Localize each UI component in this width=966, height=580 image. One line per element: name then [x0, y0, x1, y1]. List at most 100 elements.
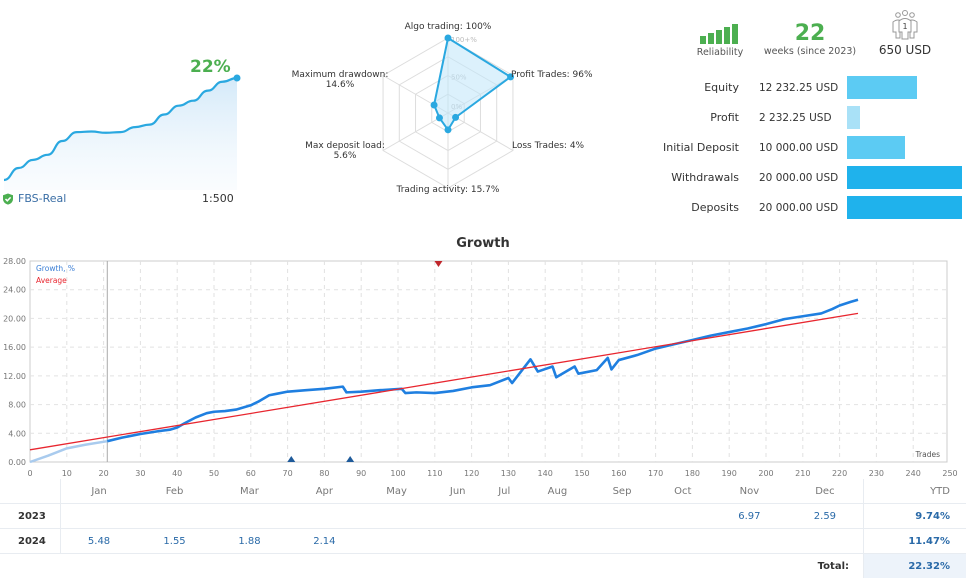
mini-growth-endpoint: [233, 74, 241, 82]
month-value[interactable]: [653, 503, 712, 529]
equity-label: Equity: [704, 81, 739, 94]
month-header: Nov: [711, 479, 787, 504]
month-value[interactable]: 1.55: [137, 528, 212, 554]
month-value[interactable]: 5.48: [60, 528, 138, 554]
ytd-value: 11.47%: [863, 528, 966, 554]
equity-bar: [847, 76, 918, 99]
x-tick-label: 230: [869, 469, 884, 478]
month-value[interactable]: [60, 503, 138, 529]
x-tick-label: 100: [390, 469, 405, 478]
month-value[interactable]: [524, 528, 591, 554]
radar-label-algo: Algo trading: 100%: [404, 22, 492, 32]
month-value[interactable]: [590, 528, 654, 554]
radar-label-text: Max deposit load:: [305, 141, 385, 151]
month-value[interactable]: 6.97: [711, 503, 787, 529]
x-tick-label: 190: [722, 469, 737, 478]
month-value[interactable]: [431, 503, 484, 529]
month-header: Feb: [137, 479, 212, 504]
y-tick-label: 28.00: [3, 257, 26, 266]
x-tick-label: 220: [832, 469, 847, 478]
subscription-block[interactable]: 1 650 USD: [870, 10, 940, 57]
broker-link[interactable]: FBS-Real: [2, 192, 66, 205]
profit-value: 2 232.25 USD: [759, 112, 832, 124]
x-tick-label: 90: [356, 469, 366, 478]
month-header: Jan: [60, 479, 138, 504]
x-axis-label: Trades: [915, 450, 941, 459]
weeks-block: 22 weeks (since 2023): [760, 22, 860, 58]
x-tick-label: 40: [172, 469, 182, 478]
table-row: 2023 6.97 2.59 9.74%: [0, 503, 966, 529]
month-value[interactable]: [212, 503, 287, 529]
x-tick-label: 80: [319, 469, 329, 478]
y-tick-label: 16.00: [3, 343, 26, 352]
month-value[interactable]: 1.88: [212, 528, 287, 554]
month-value[interactable]: [361, 528, 432, 554]
y-tick-label: 4.00: [8, 429, 26, 438]
radar-point: [430, 101, 438, 109]
y-tick-label: 24.00: [3, 286, 26, 295]
total-row: Total: 22.32%: [0, 553, 966, 579]
month-header: Jul: [483, 479, 525, 504]
radar-chart: 100+%50%0% Algo trading: 100% Profit Tra…: [280, 10, 600, 200]
radar-point: [435, 114, 443, 122]
month-value[interactable]: 2.14: [286, 528, 362, 554]
x-tick-label: 160: [611, 469, 626, 478]
month-value[interactable]: [361, 503, 432, 529]
x-tick-label: 250: [942, 469, 957, 478]
radar-label-max-drawdown: Maximum drawdown: 14.6%: [285, 70, 395, 90]
month-value[interactable]: [483, 528, 525, 554]
radar-label-value: 14.6%: [325, 80, 355, 90]
month-value[interactable]: [483, 503, 525, 529]
monthly-returns-table: Jan Feb Mar Apr May Jun Jul Aug Sep Oct …: [0, 479, 966, 578]
month-value[interactable]: [524, 503, 591, 529]
radar-point: [444, 34, 452, 42]
month-header: May: [361, 479, 432, 504]
table-header-row: Jan Feb Mar Apr May Jun Jul Aug Sep Oct …: [0, 479, 966, 504]
year-header: [0, 479, 61, 504]
year-cell: 2024: [0, 528, 61, 554]
withdrawals-label: Withdrawals: [671, 171, 739, 184]
y-tick-label: 12.00: [3, 372, 26, 381]
month-value[interactable]: [786, 528, 864, 554]
x-tick-label: 240: [906, 469, 921, 478]
radar-label-value: 5.6%: [333, 151, 357, 161]
month-header: Aug: [524, 479, 591, 504]
deposits-label: Deposits: [691, 201, 739, 214]
y-tick-label: 20.00: [3, 314, 26, 323]
x-tick-label: 170: [648, 469, 663, 478]
table-row: 2024 5.48 1.55 1.88 2.14 11.47%: [0, 528, 966, 554]
x-tick-label: 70: [283, 469, 293, 478]
month-header: Dec: [786, 479, 864, 504]
month-value[interactable]: [431, 528, 484, 554]
growth-chart: 0 10 20 30 40 50 60 70 80 90 100 110 120 130 140 150 160…: [3, 257, 958, 478]
x-tick-label: 30: [135, 469, 145, 478]
legend-average: Average: [36, 276, 67, 285]
radar-label-trading-activity: Trading activity: 15.7%: [396, 185, 500, 195]
month-value[interactable]: [653, 528, 712, 554]
x-tick-label: 140: [538, 469, 553, 478]
x-tick-label: 200: [758, 469, 773, 478]
growth-chart-title: Growth: [456, 236, 510, 251]
withdrawals-bar: [847, 166, 962, 189]
leverage: 1:500: [202, 192, 234, 205]
verified-shield-icon: [3, 193, 13, 205]
x-tick-label: 60: [246, 469, 256, 478]
x-tick-label: 130: [501, 469, 516, 478]
equity-value: 12 232.25 USD: [759, 82, 839, 94]
x-tick-label: 110: [427, 469, 442, 478]
month-header: Apr: [286, 479, 362, 504]
empty-cell: [0, 554, 61, 579]
total-label: Total:: [817, 560, 849, 572]
month-value[interactable]: [590, 503, 654, 529]
ytd-value: 9.74%: [863, 503, 966, 529]
month-value[interactable]: [711, 528, 787, 554]
radar-label-text: Maximum drawdown:: [291, 70, 389, 80]
month-header: Oct: [653, 479, 712, 504]
month-value[interactable]: [286, 503, 362, 529]
x-tick-label: 210: [795, 469, 810, 478]
profit-label: Profit: [710, 111, 739, 124]
subscribers-icon: 1: [892, 10, 918, 40]
month-value[interactable]: [137, 503, 212, 529]
month-value[interactable]: 2.59: [786, 503, 864, 529]
x-tick-label: 180: [685, 469, 700, 478]
